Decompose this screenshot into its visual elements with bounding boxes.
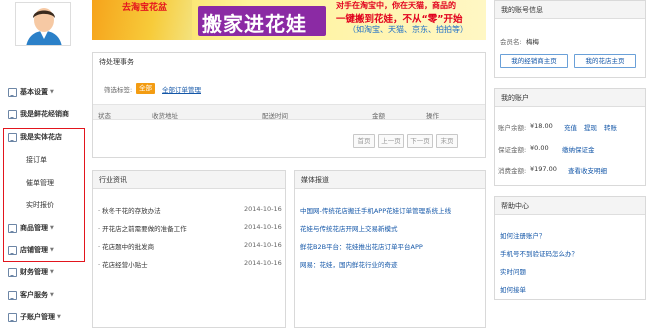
sidebar-item-label: 商品管理 [20,224,48,232]
chevron-down-icon: ▼ [50,292,54,298]
filter-all-tag[interactable]: 全部 [136,83,155,94]
panel-title: 行业资讯 [93,171,285,189]
filter-manage-link[interactable]: 全部订单管理 [162,84,201,94]
column-header-amount: 金额 [372,112,385,120]
help-link[interactable]: 实时问题 [500,266,526,276]
chat-icon [8,132,17,142]
sidebar-item-shop[interactable]: 我是实体花店 [8,131,62,143]
list-item-date: 2014-10-16 [244,259,282,267]
sidebar-item-subaccount[interactable]: 子账户管理 ▼ [8,311,61,323]
sidebar-item-label: 子账户管理 [20,313,55,321]
panel-title: 待处理事务 [93,53,485,71]
selected-group-highlight [3,128,85,262]
pager-next-button[interactable]: 下一页 [407,134,433,148]
withdraw-link[interactable]: 提现 [584,122,597,132]
sidebar-item-goods[interactable]: 商品管理 ▼ [8,222,54,234]
sidebar-item-label: 我是实体花店 [20,133,62,141]
list-item-date: 2014-10-16 [244,205,282,213]
chevron-down-icon: ▼ [50,247,54,253]
banner-top-text: 去淘宝花盆 [122,3,168,13]
help-link[interactable]: 手机号不到验证码怎么办？ [500,248,578,258]
sidebar: 基本设置 ▼ 我是鲜花经销商 我是实体花店 接订单 催单管理 实时报价 商品管理… [0,0,86,328]
list-item[interactable]: 花娃与传统花店开网上交易新模式 [300,223,482,233]
pager-first-button[interactable]: 首页 [353,134,375,148]
balance-label: 账户余额: [498,124,527,132]
banner-line-3: （如淘宝、天猫、京东、拍拍等） [348,25,468,34]
panel-title: 帮助中心 [495,197,645,215]
view-statement-link[interactable]: 查看收支明细 [568,165,607,175]
list-item-date: 2014-10-16 [244,241,282,249]
help-link[interactable]: 如何接单 [500,284,526,294]
user-avatar-icon [16,3,70,45]
recharge-link[interactable]: 充值 [564,122,577,132]
chat-icon [8,267,17,277]
member-label: 会员名: [500,38,522,46]
avatar[interactable] [15,2,71,46]
pay-deposit-link[interactable]: 缴纳保证金 [562,144,595,154]
column-header-status: 状态 [98,112,111,120]
chat-icon [8,290,17,300]
sidebar-item-finance[interactable]: 财务管理 ▼ [8,266,54,278]
sidebar-item-seller[interactable]: 我是鲜花经销商 [8,108,69,120]
chat-icon [8,223,17,233]
banner-headline: 搬家进花娃 [202,12,307,36]
panel-title: 我的账户 [495,89,645,107]
sidebar-item-label: 基本设置 [20,88,48,96]
list-item[interactable]: · 花店题中的批发商 [98,241,154,251]
seller-home-button[interactable]: 我的经销商主页 [500,54,568,68]
sidebar-subitem-orders[interactable]: 接订单 [26,155,47,165]
list-item-date: 2014-10-16 [244,223,282,231]
list-item[interactable]: 鲜花B2B平台：花娃推出花店订单平台APP [300,241,482,251]
sidebar-item-basic-settings[interactable]: 基本设置 ▼ [8,86,54,98]
transfer-link[interactable]: 转账 [604,122,617,132]
sidebar-item-label: 我是鲜花经销商 [20,110,69,118]
column-header-action: 操作 [426,112,439,120]
chevron-down-icon: ▼ [50,225,54,231]
spent-value: ¥197.00 [530,165,557,173]
promo-banner[interactable]: 去淘宝花盆 搬家进花娃 对手在淘宝中，你在天猫，商品的 一键搬到花娃，不从“零”… [92,0,486,40]
deposit-value: ¥0.00 [530,144,549,152]
sidebar-item-label: 店铺管理 [20,246,48,254]
sidebar-item-label: 财务管理 [20,268,48,276]
sidebar-item-store[interactable]: 店铺管理 ▼ [8,244,54,256]
balance-value: ¥18.00 [530,122,553,130]
panel-title: 媒体报道 [295,171,485,189]
chevron-down-icon: ▼ [57,314,61,320]
help-link[interactable]: 如何注册账户？ [500,230,546,240]
banner-art: 去淘宝花盆 [92,0,192,40]
chat-icon [8,245,17,255]
banner-line-1: 对手在淘宝中，你在天猫，商品的 [336,1,456,10]
pager-prev-button[interactable]: 上一页 [378,134,404,148]
sidebar-subitem-urge[interactable]: 催单管理 [26,178,54,188]
chevron-down-icon: ▼ [50,269,54,275]
list-item[interactable]: · 花店经营小贴士 [98,259,148,269]
sidebar-item-customer-service[interactable]: 客户服务 ▼ [8,289,54,301]
column-header-time: 配送时间 [262,112,288,120]
pager-last-button[interactable]: 末页 [436,134,458,148]
chevron-down-icon: ▼ [50,89,54,95]
sidebar-item-label: 客户服务 [20,291,48,299]
column-header-address: 收货地址 [152,112,178,120]
chat-icon [8,312,17,322]
banner-line-2: 一键搬到花娃，不从“零”开始 [336,14,463,25]
chat-icon [8,109,17,119]
list-item[interactable]: · 秋冬干花的存放办法 [98,205,161,215]
filter-label: 筛选标签: [104,86,133,94]
deposit-label: 保证金额: [498,146,527,154]
spent-label: 消费金额: [498,167,527,175]
panel-title: 我的账号信息 [495,1,645,19]
sidebar-subitem-quote[interactable]: 实时报价 [26,200,54,210]
chat-icon [8,87,17,97]
member-name: 梅梅 [526,38,539,46]
list-item[interactable]: 中国网-传统花店搬迁手机APP花娃订单管理系统上线 [300,205,482,215]
list-item[interactable]: · 开花店之前需要做的准备工作 [98,223,187,233]
shop-home-button[interactable]: 我的花店主页 [574,54,636,68]
list-item[interactable]: 网易：花娃，国内鲜花行业的奇迹 [300,259,482,269]
